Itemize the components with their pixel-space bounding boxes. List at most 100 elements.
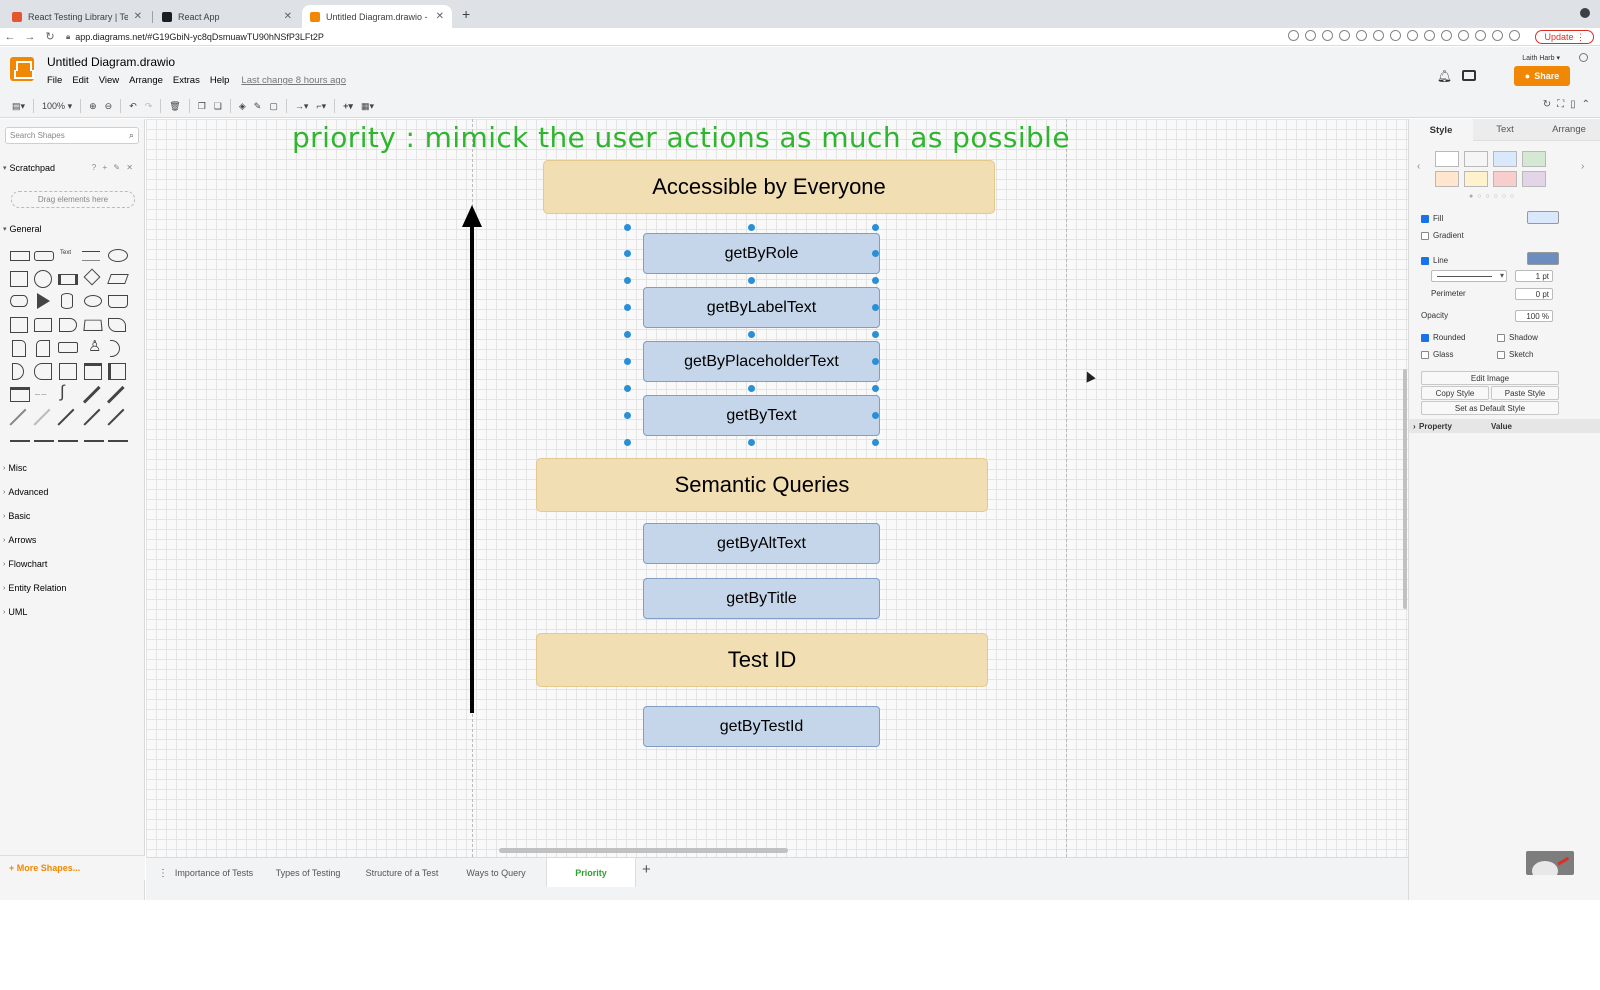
dashed-link-shape[interactable] xyxy=(58,440,78,442)
internal-storage-shape[interactable] xyxy=(10,317,28,333)
add-page-plus-icon[interactable]: + xyxy=(642,861,651,878)
query-box-getbytitle[interactable]: getByTitle xyxy=(643,578,880,619)
menu-file[interactable]: File xyxy=(47,75,62,86)
page-tab-importance-of-tests[interactable]: Importance of Tests xyxy=(170,858,258,887)
close-tab-icon[interactable]: ✕ xyxy=(436,11,444,22)
thick-line-shape[interactable] xyxy=(10,440,30,442)
line-row[interactable]: Line xyxy=(1421,256,1448,265)
fill-checkbox[interactable] xyxy=(1421,214,1429,223)
link-shape[interactable] xyxy=(34,440,54,442)
rounded-checkbox[interactable] xyxy=(1421,333,1429,342)
profile-avatar-icon[interactable] xyxy=(1509,30,1520,41)
selection-handle[interactable] xyxy=(624,224,631,231)
menu-extras[interactable]: Extras xyxy=(173,75,200,86)
extension-icon[interactable] xyxy=(1322,30,1333,41)
callout-shape[interactable] xyxy=(58,342,78,353)
query-box-getbyplaceholdertext[interactable]: getByPlaceholderText xyxy=(643,341,880,382)
shadow-row[interactable]: Shadow xyxy=(1497,333,1538,342)
dashed-line-shape[interactable] xyxy=(33,408,51,426)
sidebar-section-advanced[interactable]: › Advanced xyxy=(0,483,145,501)
selection-handle[interactable] xyxy=(624,412,631,419)
browser-update-button[interactable]: Update ⋮ xyxy=(1535,30,1594,44)
vertical-scrollbar[interactable] xyxy=(1403,369,1407,609)
swimlane-shape[interactable] xyxy=(108,363,126,380)
extension-icon[interactable] xyxy=(1390,30,1401,41)
selection-handle[interactable] xyxy=(872,331,879,338)
group-header-accessible-by-everyone[interactable]: Accessible by Everyone xyxy=(543,160,995,214)
selection-handle[interactable] xyxy=(624,439,631,446)
group-header-test-id[interactable]: Test ID xyxy=(536,633,988,687)
format-panel-toggle-icon[interactable]: ▤▾ xyxy=(12,97,25,115)
connector-shape[interactable] xyxy=(57,408,75,426)
delete-icon[interactable]: 🗑︎ xyxy=(169,97,180,115)
document-shape[interactable] xyxy=(108,295,128,308)
glass-row[interactable]: Glass xyxy=(1421,350,1453,359)
rounded-rectangle-shape[interactable] xyxy=(34,251,54,261)
list-item-shape[interactable]: — — xyxy=(35,392,46,398)
extension-icon[interactable] xyxy=(1407,30,1418,41)
edit-image-button[interactable]: Edit Image xyxy=(1421,371,1559,385)
display-shape[interactable] xyxy=(34,363,52,380)
diagram-canvas[interactable]: priority : mimick the user actions as mu… xyxy=(146,119,1408,857)
scratchpad-header[interactable]: ▾ Scratchpad ? + ✎ ✕ xyxy=(0,159,145,177)
extension-icon[interactable] xyxy=(1356,30,1367,41)
query-box-getbyalttext[interactable]: getByAltText xyxy=(643,523,880,564)
sidebar-section-basic[interactable]: › Basic xyxy=(0,507,145,525)
cube-shape[interactable] xyxy=(34,318,52,332)
window-menu-icon[interactable] xyxy=(1580,8,1590,18)
fullscreen-icon[interactable]: ⛶ xyxy=(1557,99,1564,110)
menu-arrange[interactable]: Arrange xyxy=(129,75,163,86)
selection-handle[interactable] xyxy=(872,385,879,392)
selection-handle[interactable] xyxy=(624,277,631,284)
comments-icon[interactable] xyxy=(1462,70,1476,81)
selection-handle[interactable] xyxy=(748,385,755,392)
insert-plus-icon[interactable]: +▾ xyxy=(343,97,353,115)
extension-icon[interactable] xyxy=(1424,30,1435,41)
forward-arrow-icon[interactable]: → xyxy=(20,31,40,43)
general-header[interactable]: ▾ General xyxy=(0,220,145,238)
page-tab-structure-of-a-test[interactable]: Structure of a Test xyxy=(356,858,448,887)
priority-arrow-shaft[interactable] xyxy=(470,223,474,713)
line-pattern-select[interactable]: ▾ xyxy=(1431,270,1507,282)
close-tab-icon[interactable]: ✕ xyxy=(134,11,142,22)
bidirectional-arrow-shape[interactable] xyxy=(82,385,101,404)
note-shape[interactable] xyxy=(12,340,26,357)
sketch-checkbox[interactable] xyxy=(1497,350,1505,359)
sidebar-section-arrows[interactable]: › Arrows xyxy=(0,531,145,549)
extension-icon[interactable] xyxy=(1441,30,1452,41)
waypoints-icon[interactable]: ⌐▾ xyxy=(316,97,326,115)
line-color-icon[interactable]: ✎ xyxy=(254,97,262,115)
style-swatch-red[interactable] xyxy=(1493,171,1517,187)
textbox-shape[interactable] xyxy=(82,251,100,261)
extension-icon[interactable] xyxy=(1288,30,1299,41)
language-globe-icon[interactable] xyxy=(1579,53,1588,62)
menu-view[interactable]: View xyxy=(99,75,119,86)
share-button[interactable]: ● Share xyxy=(1514,66,1570,86)
arrow-link-shape[interactable] xyxy=(108,440,128,442)
table-icon[interactable]: ▦▾ xyxy=(361,97,374,115)
extension-icon[interactable] xyxy=(1475,30,1486,41)
line-width-input[interactable]: 1 pt xyxy=(1515,270,1553,282)
square-shape[interactable] xyxy=(10,271,28,287)
page-tab-types-of-testing[interactable]: Types of Testing xyxy=(264,858,352,887)
query-box-getbylabeltext[interactable]: getByLabelText xyxy=(643,287,880,328)
page-tab-ways-to-query[interactable]: Ways to Query xyxy=(452,858,540,887)
style-swatch-green[interactable] xyxy=(1522,151,1546,167)
tab-arrange[interactable]: Arrange xyxy=(1537,119,1600,141)
selection-handle[interactable] xyxy=(872,412,879,419)
priority-arrow-head-icon[interactable] xyxy=(462,205,482,227)
selection-handle[interactable] xyxy=(624,358,631,365)
undo-icon[interactable]: ↶ xyxy=(129,97,137,115)
sidebar-section-flowchart[interactable]: › Flowchart xyxy=(0,555,145,573)
more-shapes-button[interactable]: + More Shapes... xyxy=(0,855,145,880)
style-swatch-purple[interactable] xyxy=(1522,171,1546,187)
extension-icon[interactable] xyxy=(1458,30,1469,41)
selection-handle[interactable] xyxy=(872,358,879,365)
ellipse-shape[interactable] xyxy=(108,249,128,262)
redo-icon[interactable]: ↷ xyxy=(145,97,153,115)
selection-handle[interactable] xyxy=(624,385,631,392)
circle-shape[interactable] xyxy=(34,270,52,288)
dotted-link-shape[interactable] xyxy=(84,440,104,442)
selection-handle[interactable] xyxy=(748,439,755,446)
double-arrow-connector-shape[interactable] xyxy=(83,408,101,426)
